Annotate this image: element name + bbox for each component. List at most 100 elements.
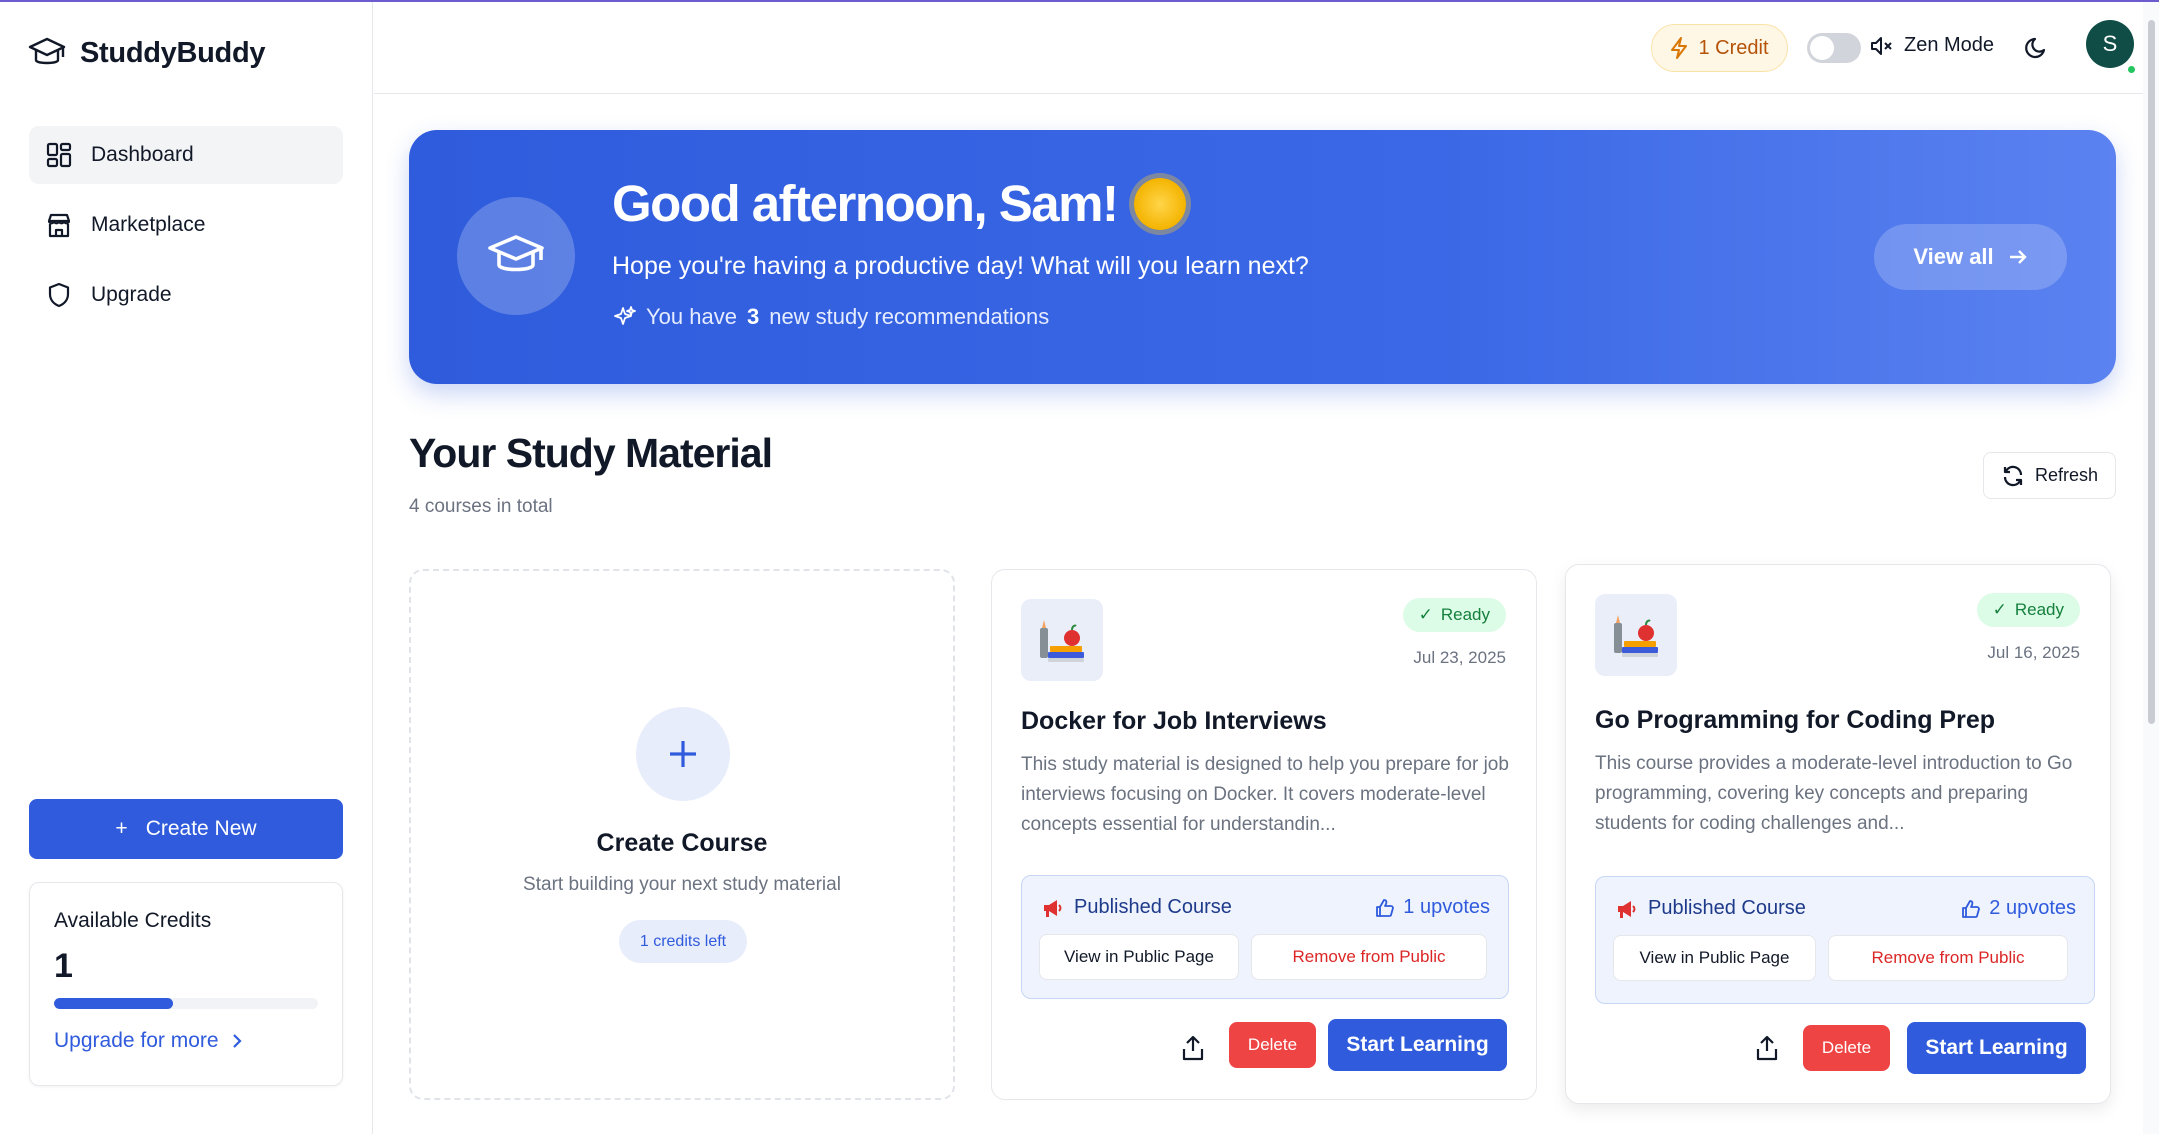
share-icon	[1756, 1035, 1778, 1061]
app-name: StuddyBuddy	[80, 36, 266, 69]
credits-left-badge: 1 credits left	[619, 920, 747, 963]
course-thumbnail	[1021, 599, 1103, 681]
course-description: This course provides a moderate-level in…	[1595, 753, 2073, 834]
published-text: Published Course	[1074, 896, 1232, 918]
plus-icon: +	[115, 817, 128, 840]
sidebar-nav: Dashboard Marketplace Upgrade	[29, 126, 343, 336]
hero-graduation-icon	[457, 197, 575, 315]
upvote-button[interactable]: 1 upvotes	[1375, 896, 1490, 919]
course-date: Jul 16, 2025	[1987, 643, 2080, 662]
remove-from-public-button[interactable]: Remove from Public	[1251, 934, 1487, 980]
zen-mode-control[interactable]: Zen Mode	[1870, 34, 1994, 57]
upgrade-for-more-link[interactable]: Upgrade for more	[54, 1029, 318, 1053]
create-new-button[interactable]: + Create New	[29, 799, 343, 859]
theme-toggle-button[interactable]	[2024, 34, 2050, 65]
speaker-muted-icon	[1871, 36, 1892, 55]
start-learning-button[interactable]: Start Learning	[1328, 1019, 1507, 1071]
course-title: Go Programming for Coding Prep	[1595, 706, 1996, 734]
view-all-label: View all	[1913, 244, 1994, 269]
remove-from-public-button[interactable]: Remove from Public	[1828, 935, 2068, 981]
greeting-title: Good afternoon, Sam!	[612, 174, 1186, 233]
sparkles-icon	[614, 306, 636, 325]
course-card[interactable]: ✓ Ready Jul 23, 2025 Docker for Job Inte…	[991, 569, 1537, 1100]
create-course-subtitle: Start building your next study material	[523, 874, 841, 895]
recommendations-text: You have 3 new study recommendations	[612, 304, 1049, 330]
dashboard-icon	[46, 142, 72, 168]
credit-label: 1 Credit	[1698, 36, 1769, 59]
toggle-knob	[1810, 36, 1834, 60]
sidebar-item-marketplace[interactable]: Marketplace	[29, 196, 343, 254]
brand-logo[interactable]: StuddyBuddy	[28, 36, 265, 70]
moon-icon	[2025, 37, 2046, 59]
zen-mode-label: Zen Mode	[1904, 34, 1995, 56]
thumbs-up-icon	[1376, 898, 1395, 917]
check-icon: ✓	[1418, 605, 1433, 624]
upvote-count: 1 upvotes	[1403, 896, 1490, 918]
status-label: Ready	[2014, 600, 2064, 619]
view-all-button[interactable]: View all	[1874, 224, 2067, 290]
share-icon	[1182, 1035, 1204, 1061]
refresh-icon	[2003, 465, 2023, 486]
published-label: Published Course	[1042, 896, 1232, 919]
sidebar-item-label: Upgrade	[91, 283, 172, 306]
published-text: Published Course	[1648, 897, 1806, 919]
sidebar-item-dashboard[interactable]: Dashboard	[29, 126, 343, 184]
start-learning-button[interactable]: Start Learning	[1907, 1022, 2086, 1074]
section-title: Your Study Material	[409, 430, 773, 476]
credit-badge[interactable]: 1 Credit	[1651, 24, 1788, 72]
rec-prefix: You have	[646, 304, 737, 329]
upvote-button[interactable]: 2 upvotes	[1961, 897, 2076, 920]
store-icon	[47, 213, 71, 238]
course-thumbnail	[1595, 594, 1677, 676]
delete-button[interactable]: Delete	[1229, 1022, 1316, 1068]
megaphone-icon	[1044, 899, 1062, 917]
sidebar-item-upgrade[interactable]: Upgrade	[29, 266, 343, 324]
view-public-page-button[interactable]: View in Public Page	[1613, 935, 1816, 981]
status-label: Ready	[1440, 605, 1490, 624]
scrollbar-thumb[interactable]	[2148, 20, 2155, 724]
books-apple-icon	[1614, 615, 1658, 657]
welcome-banner: Good afternoon, Sam! Hope you're having …	[409, 130, 2116, 384]
create-course-card[interactable]: Create Course Start building your next s…	[409, 569, 955, 1100]
sidebar-item-label: Marketplace	[91, 213, 206, 236]
refresh-button[interactable]: Refresh	[1983, 452, 2116, 499]
rec-count: 3	[746, 304, 760, 329]
status-badge: ✓ Ready	[1402, 598, 1506, 632]
view-public-page-button[interactable]: View in Public Page	[1039, 934, 1239, 980]
top-header: 1 Credit Zen Mode S	[374, 2, 2159, 94]
plus-icon	[670, 741, 696, 767]
course-count: 4 courses in total	[409, 496, 553, 517]
published-label: Published Course	[1616, 897, 1806, 920]
course-card[interactable]: ✓ Ready Jul 16, 2025 Go Programming for …	[1565, 564, 2111, 1104]
course-description: This study material is designed to help …	[1021, 754, 1509, 835]
megaphone-icon	[1618, 900, 1636, 918]
sidebar: StuddyBuddy Dashboard Marketplace Upgrad…	[0, 2, 373, 1134]
online-status-dot	[2126, 64, 2137, 75]
upvote-count: 2 upvotes	[1989, 897, 2076, 919]
thumbs-up-icon	[1962, 899, 1981, 918]
credits-card: Available Credits 1 Upgrade for more	[29, 882, 343, 1086]
arrow-right-icon	[2009, 250, 2027, 264]
user-avatar[interactable]: S	[2086, 20, 2134, 68]
shield-icon	[48, 282, 70, 308]
published-panel: Published Course 2 upvotes View in Publi…	[1595, 876, 2095, 1004]
course-date: Jul 23, 2025	[1413, 648, 1506, 667]
share-button[interactable]	[1755, 1035, 1779, 1066]
lightning-icon	[1671, 37, 1688, 59]
greeting-subtitle: Hope you're having a productive day! Wha…	[612, 252, 1309, 280]
zen-mode-toggle[interactable]	[1807, 33, 1861, 63]
credits-title: Available Credits	[54, 909, 212, 932]
create-course-title: Create Course	[596, 829, 768, 857]
create-new-label: Create New	[145, 817, 257, 840]
add-course-button[interactable]	[636, 707, 730, 801]
credits-value: 1	[54, 947, 73, 985]
sidebar-item-label: Dashboard	[91, 143, 194, 166]
graduation-cap-icon	[28, 37, 66, 65]
delete-button[interactable]: Delete	[1803, 1025, 1890, 1071]
credits-progress-fill	[54, 998, 173, 1009]
chevron-right-icon	[232, 1034, 242, 1048]
share-button[interactable]	[1181, 1035, 1205, 1066]
credits-progress-bar	[54, 998, 318, 1009]
upgrade-link-label: Upgrade for more	[54, 1029, 219, 1052]
published-panel: Published Course 1 upvotes View in Publi…	[1021, 875, 1509, 999]
